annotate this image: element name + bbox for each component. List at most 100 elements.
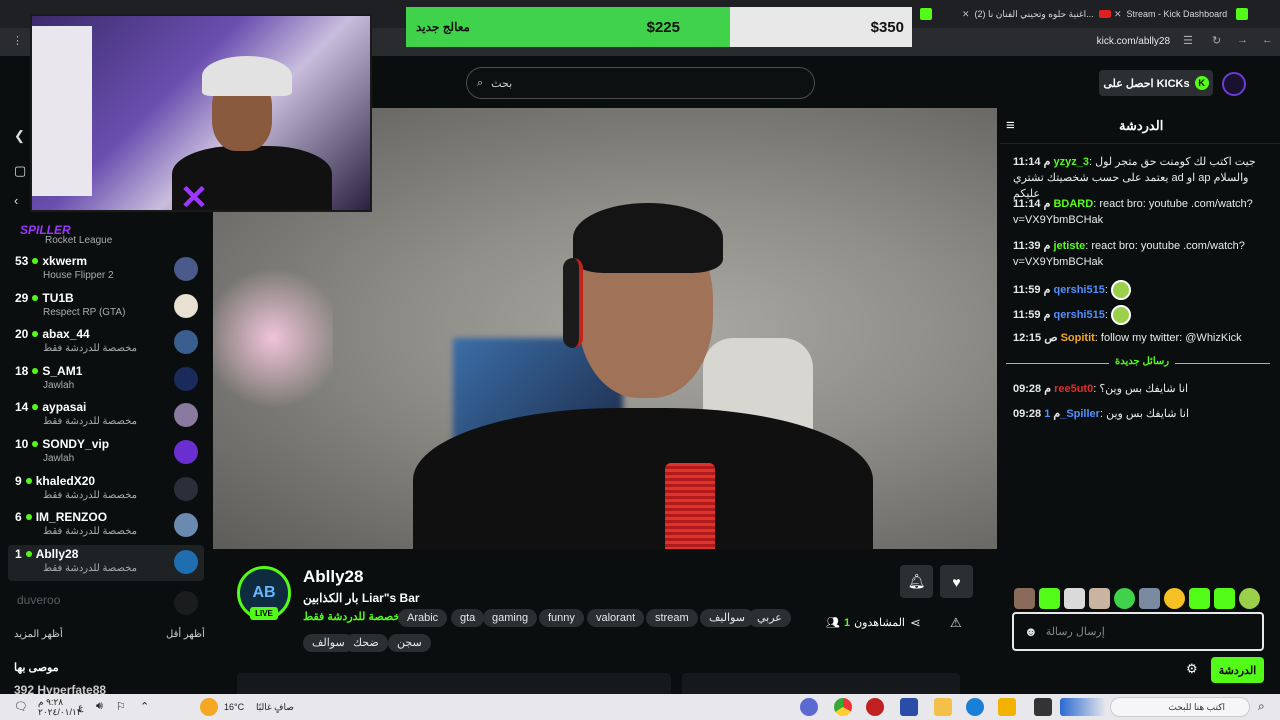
stream-tag[interactable]: سوالف bbox=[303, 634, 354, 652]
input-language[interactable]: ع bbox=[78, 702, 83, 713]
obs-icon[interactable] bbox=[866, 698, 884, 716]
message-username[interactable]: jetiste bbox=[1053, 240, 1085, 252]
channel-name: Ablly28 bbox=[35, 547, 79, 561]
back-arrow-icon[interactable]: ← bbox=[1262, 34, 1273, 46]
kick-icon[interactable] bbox=[920, 4, 932, 24]
close-icon[interactable]: ✕ bbox=[1114, 9, 1122, 20]
following-icon[interactable]: ▢ bbox=[14, 163, 26, 179]
emote-icon[interactable] bbox=[1214, 588, 1235, 609]
app-icon[interactable] bbox=[800, 698, 818, 716]
stream-tag[interactable]: Arabic bbox=[398, 609, 448, 627]
share-icon[interactable]: ⋖ bbox=[910, 615, 921, 631]
chat-settings-gear-icon[interactable]: ⚙ bbox=[1186, 661, 1198, 677]
close-icon[interactable]: ✕ bbox=[962, 9, 970, 20]
channel-category: House Flipper 2 bbox=[43, 270, 114, 281]
network-icon[interactable]: ⚐ bbox=[116, 700, 126, 713]
emote-icon[interactable] bbox=[1239, 588, 1260, 609]
tab-youtube[interactable]: ✕ (2) اغنية حلوه وتحيني الفنان نا... bbox=[962, 4, 1111, 24]
stream-tag[interactable]: stream bbox=[646, 609, 698, 627]
live-dot bbox=[25, 478, 32, 484]
notification-icon[interactable]: 🗨︎ bbox=[14, 700, 28, 713]
goal-alert: $225 معالج جديد $350 bbox=[406, 7, 912, 47]
emote-icon[interactable] bbox=[1089, 588, 1110, 609]
edge-icon[interactable] bbox=[966, 698, 984, 716]
message-username[interactable]: yzyz_3 bbox=[1053, 156, 1088, 168]
show-more-link[interactable]: أظهر المزيد bbox=[14, 629, 63, 640]
message-username[interactable]: BDARD bbox=[1053, 198, 1093, 210]
sidebar-channel[interactable]: 14 aypasai مخصصة للدردشة فقط bbox=[8, 398, 204, 434]
chat-input[interactable]: ☻ إرسال رسالة bbox=[1012, 612, 1264, 651]
emote-icon[interactable] bbox=[1114, 588, 1135, 609]
channel-line: 53 xkwerm bbox=[15, 254, 87, 268]
search-input[interactable]: ⌕ بحث bbox=[466, 67, 815, 99]
emote-bar bbox=[1014, 588, 1260, 609]
message-username[interactable]: Sopitit bbox=[1061, 332, 1095, 344]
emote-icon[interactable] bbox=[1039, 588, 1060, 609]
microphone bbox=[665, 463, 715, 549]
file-explorer-icon[interactable] bbox=[934, 698, 952, 716]
tab-kick-dashboard[interactable]: ✕ Stream - Kick Dashboard bbox=[1114, 4, 1227, 24]
message-time: 09:28 م bbox=[1013, 408, 1061, 420]
channel-name[interactable]: Ablly28 bbox=[303, 567, 363, 587]
url-text[interactable]: kick.com/ablly28 bbox=[1097, 36, 1170, 47]
store-icon[interactable] bbox=[900, 698, 918, 716]
sidebar-channel[interactable]: 20 abax_44 مخصصة للدردشة فقط bbox=[8, 325, 204, 361]
goal-target: $350 bbox=[870, 18, 904, 36]
message-username[interactable]: qershi515 bbox=[1053, 284, 1104, 296]
menu-icon[interactable]: ⋮ bbox=[12, 34, 23, 47]
message-username[interactable]: qershi515 bbox=[1053, 309, 1104, 321]
reload-icon[interactable]: ↻ bbox=[1212, 34, 1221, 47]
stream-tag[interactable]: سواليف bbox=[700, 609, 755, 627]
forward-arrow-icon[interactable]: → bbox=[1237, 34, 1248, 46]
live-badge: LIVE bbox=[250, 607, 278, 620]
live-dot bbox=[32, 441, 39, 447]
channel-name: aypasai bbox=[42, 400, 87, 414]
stream-tag[interactable]: funny bbox=[539, 609, 584, 627]
stream-tag[interactable]: عربي bbox=[748, 609, 791, 627]
follow-button[interactable]: ♥ bbox=[940, 565, 973, 598]
sidebar-channel-offline[interactable]: duveroo bbox=[8, 591, 204, 627]
emote-icon[interactable] bbox=[1164, 588, 1185, 609]
taskbar-search[interactable]: اكتب هنا للبحث bbox=[1110, 697, 1250, 717]
message-username[interactable]: ree5ut0 bbox=[1054, 383, 1093, 395]
chrome-icon[interactable] bbox=[834, 698, 852, 716]
stream-tag[interactable]: سجن bbox=[388, 634, 431, 652]
emote-icon[interactable] bbox=[1139, 588, 1160, 609]
sidebar-collapse-icon[interactable]: ❮ bbox=[14, 128, 25, 144]
stream-tag[interactable]: gaming bbox=[483, 609, 538, 627]
collapse-chat-icon[interactable]: ≡ bbox=[1006, 117, 1015, 134]
task-view-icon[interactable] bbox=[1034, 698, 1052, 716]
live-dot bbox=[32, 404, 39, 410]
kick-icon[interactable] bbox=[1236, 4, 1248, 24]
emote-icon[interactable] bbox=[1014, 588, 1035, 609]
emote-icon[interactable] bbox=[1064, 588, 1085, 609]
sidebar-channel[interactable]: 6 IM_RENZOO مخصصة للدردشة فقط bbox=[8, 508, 204, 544]
sidebar-channel[interactable]: 9 khaledX20 مخصصة للدردشة فقط bbox=[8, 472, 204, 508]
emoji-icon[interactable]: ☻ bbox=[1024, 624, 1038, 639]
clock-date[interactable]: ٢٠٢٤/٠١/١٣ bbox=[38, 707, 82, 718]
sidebar-channel[interactable]: 29 TU1B Respect RP (GTA) bbox=[8, 289, 204, 325]
sidebar-channel-partial[interactable]: Rocket League SPILLER bbox=[8, 223, 204, 248]
user-avatar[interactable] bbox=[1222, 72, 1246, 96]
notification-button[interactable]: 🔔︎ bbox=[900, 565, 933, 598]
emote-icon[interactable] bbox=[1189, 588, 1210, 609]
show-less-link[interactable]: أظهر أقل bbox=[166, 629, 205, 640]
sidebar-channel[interactable]: 53 xkwerm House Flipper 2 bbox=[8, 252, 204, 288]
stream-category[interactable]: مخصصة للدردشة فقط bbox=[303, 610, 406, 623]
chat-send-button[interactable]: الدردشة bbox=[1211, 657, 1264, 683]
stream-tag[interactable]: gta bbox=[451, 609, 485, 627]
search-icon[interactable]: ⌕ bbox=[1258, 699, 1265, 714]
site-settings-icon[interactable]: ☰ bbox=[1183, 34, 1193, 47]
app-icon[interactable] bbox=[998, 698, 1016, 716]
channel-name: khaledX20 bbox=[35, 474, 96, 488]
volume-icon[interactable]: 🔊︎ bbox=[96, 700, 103, 713]
sidebar-channel[interactable]: 10 SONDY_vip Jawlah bbox=[8, 435, 204, 471]
get-kicks-button[interactable]: احصل على KICKs K bbox=[1099, 70, 1213, 96]
widgets-icon[interactable] bbox=[1060, 698, 1106, 716]
sidebar-channel[interactable]: 18 S_AM1 Jawlah bbox=[8, 362, 204, 398]
report-icon[interactable]: ⚠ bbox=[950, 615, 962, 631]
chevron-icon[interactable]: ‹ bbox=[14, 193, 18, 208]
tray-chevron-icon[interactable]: ⌃ bbox=[140, 700, 149, 713]
sidebar-channel[interactable]: 1 Ablly28 مخصصة للدردشة فقط bbox=[8, 545, 204, 581]
stream-tag[interactable]: valorant bbox=[587, 609, 645, 627]
